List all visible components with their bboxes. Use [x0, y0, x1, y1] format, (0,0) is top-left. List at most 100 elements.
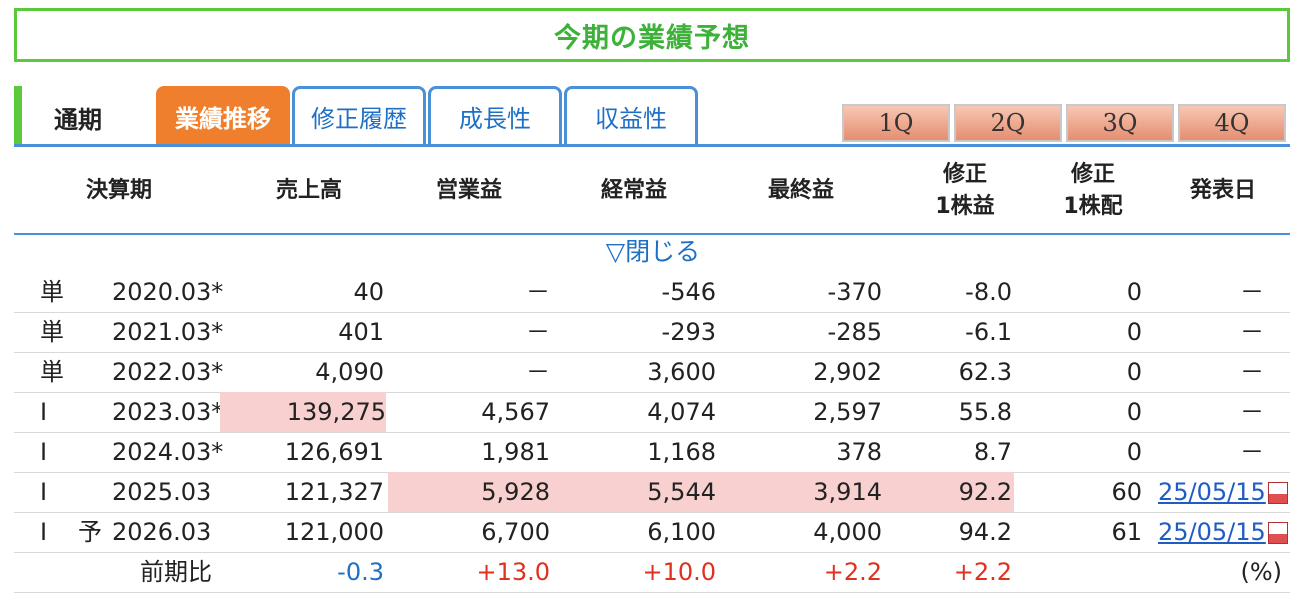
yoy-row: 前期比 -0.3 +13.0 +10.0 +2.2 +2.2 (%)	[14, 552, 1290, 593]
table-row: 単 2020.03* 40 － -546 -370 -8.0 0 －	[14, 272, 1290, 313]
row-dividend: 60	[1111, 478, 1142, 506]
header-period: 決算期	[85, 178, 152, 203]
row-ordinary-profit: 6,100	[647, 518, 716, 546]
row-dividend: 0	[1126, 358, 1142, 386]
table-row: I 予 2026.03 121,000 6,700 6,100 4,000 94…	[14, 512, 1290, 553]
row-net-profit: 2,597	[813, 398, 882, 426]
header-operating-profit: 営業益	[435, 178, 502, 203]
row-operating-profit: 6,700	[481, 518, 550, 546]
row-operating-profit: －	[526, 358, 550, 386]
header-announce-date: 発表日	[1189, 178, 1256, 203]
announce-date-link[interactable]: 25/05/15	[1158, 478, 1266, 506]
table-row: I 2023.03* 139,275 4,567 4,074 2,597 55.…	[14, 392, 1290, 433]
row-net-profit: -370	[827, 278, 882, 306]
row-sales: 121,327	[284, 478, 384, 506]
row-kind: I	[40, 438, 48, 466]
row-eps: 55.8	[958, 398, 1012, 426]
table-row: 単 2022.03* 4,090 － 3,600 2,902 62.3 0 －	[14, 352, 1290, 393]
row-sales: 4,090	[315, 358, 384, 386]
row-dividend: 0	[1126, 318, 1142, 346]
row-period: 2025.03	[112, 478, 212, 506]
row-kind: 単	[40, 278, 64, 306]
tab-underline	[14, 144, 1290, 147]
row-dividend: 0	[1126, 438, 1142, 466]
row-operating-profit: 4,567	[481, 398, 550, 426]
quarter-button-1q[interactable]: 1Q	[842, 104, 950, 142]
row-ordinary-profit: 4,074	[647, 398, 716, 426]
row-period: 2026.03	[112, 518, 212, 546]
header-sales: 売上高	[275, 178, 342, 203]
quarter-button-2q[interactable]: 2Q	[954, 104, 1062, 142]
row-ordinary-profit: 1,168	[647, 438, 716, 466]
row-kind: I	[40, 518, 48, 546]
row-net-profit: -285	[827, 318, 882, 346]
row-forecast-mark: 予	[78, 518, 102, 546]
row-eps: 92.2	[958, 478, 1012, 506]
header-ordinary-profit: 経常益	[600, 178, 667, 203]
row-announce-date: －	[1240, 438, 1264, 466]
pdf-icon[interactable]	[1267, 482, 1288, 504]
row-eps: -6.1	[965, 318, 1012, 346]
row-kind: 単	[40, 318, 64, 346]
section-title-box: 今期の業績予想	[14, 8, 1290, 62]
yoy-label: 前期比	[140, 558, 212, 586]
row-period: 2020.03*	[112, 278, 224, 306]
yoy-net-profit: +2.2	[823, 558, 882, 586]
row-net-profit: 3,914	[813, 478, 882, 506]
row-kind: I	[40, 398, 48, 426]
announce-date-link[interactable]: 25/05/15	[1158, 518, 1266, 546]
row-period: 2024.03*	[112, 438, 224, 466]
row-net-profit: 4,000	[813, 518, 882, 546]
row-operating-profit: 5,928	[481, 478, 550, 506]
tab-profitability[interactable]: 収益性	[564, 86, 698, 144]
row-kind: I	[40, 478, 48, 506]
row-sales: 401	[338, 318, 384, 346]
yoy-sales: -0.3	[337, 558, 384, 586]
tab-performance[interactable]: 業績推移	[156, 86, 290, 144]
header-dividend-line2: 1株配	[1063, 194, 1123, 219]
yoy-ordinary-profit: +10.0	[642, 558, 716, 586]
period-marker	[14, 86, 22, 144]
row-sales: 40	[353, 278, 384, 306]
row-eps: 8.7	[973, 438, 1012, 466]
tab-revision-history[interactable]: 修正履歴	[292, 86, 426, 144]
table-header: 決算期 売上高 営業益 経常益 最終益 修正 1株益 修正 1株配 発表日	[14, 152, 1290, 232]
row-eps: 94.2	[958, 518, 1012, 546]
quarter-button-4q[interactable]: 4Q	[1178, 104, 1286, 142]
table-row: 単 2021.03* 401 － -293 -285 -6.1 0 －	[14, 312, 1290, 353]
row-operating-profit: －	[526, 278, 550, 306]
yoy-unit: (%)	[1240, 558, 1282, 586]
quarter-button-3q[interactable]: 3Q	[1066, 104, 1174, 142]
row-kind: 単	[40, 358, 64, 386]
period-label: 通期	[54, 106, 102, 134]
row-operating-profit: 1,981	[481, 438, 550, 466]
row-net-profit: 2,902	[813, 358, 882, 386]
row-sales: 121,000	[284, 518, 384, 546]
header-dividend-line1: 修正	[1070, 162, 1115, 187]
row-sales: 126,691	[284, 438, 384, 466]
header-divider	[14, 233, 1290, 235]
row-announce-date: －	[1240, 318, 1264, 346]
row-ordinary-profit: -546	[661, 278, 716, 306]
pdf-icon[interactable]	[1267, 522, 1288, 544]
collapse-toggle[interactable]: ▽閉じる	[0, 236, 1306, 268]
row-period: 2023.03*	[112, 398, 224, 426]
table-row: I 2025.03 121,327 5,928 5,544 3,914 92.2…	[14, 472, 1290, 513]
row-dividend: 0	[1126, 278, 1142, 306]
row-period: 2021.03*	[112, 318, 224, 346]
row-eps: 62.3	[958, 358, 1012, 386]
tab-growth[interactable]: 成長性	[428, 86, 562, 144]
row-dividend: 0	[1126, 398, 1142, 426]
row-announce-date-cell: 25/05/15	[1158, 472, 1288, 512]
tab-bar: 通期 業績推移 修正履歴 成長性 収益性 1Q 2Q 3Q 4Q	[14, 86, 1290, 148]
yoy-operating-profit: +13.0	[476, 558, 550, 586]
row-announce-date: －	[1240, 278, 1264, 306]
row-announce-date: －	[1240, 398, 1264, 426]
row-ordinary-profit: 5,544	[647, 478, 716, 506]
yoy-eps: +2.2	[953, 558, 1012, 586]
row-sales-highlight: 139,275	[220, 392, 386, 432]
row-dividend: 61	[1111, 518, 1142, 546]
section-title: 今期の業績予想	[554, 22, 750, 54]
header-net-profit: 最終益	[767, 178, 834, 203]
table-row: I 2024.03* 126,691 1,981 1,168 378 8.7 0…	[14, 432, 1290, 473]
